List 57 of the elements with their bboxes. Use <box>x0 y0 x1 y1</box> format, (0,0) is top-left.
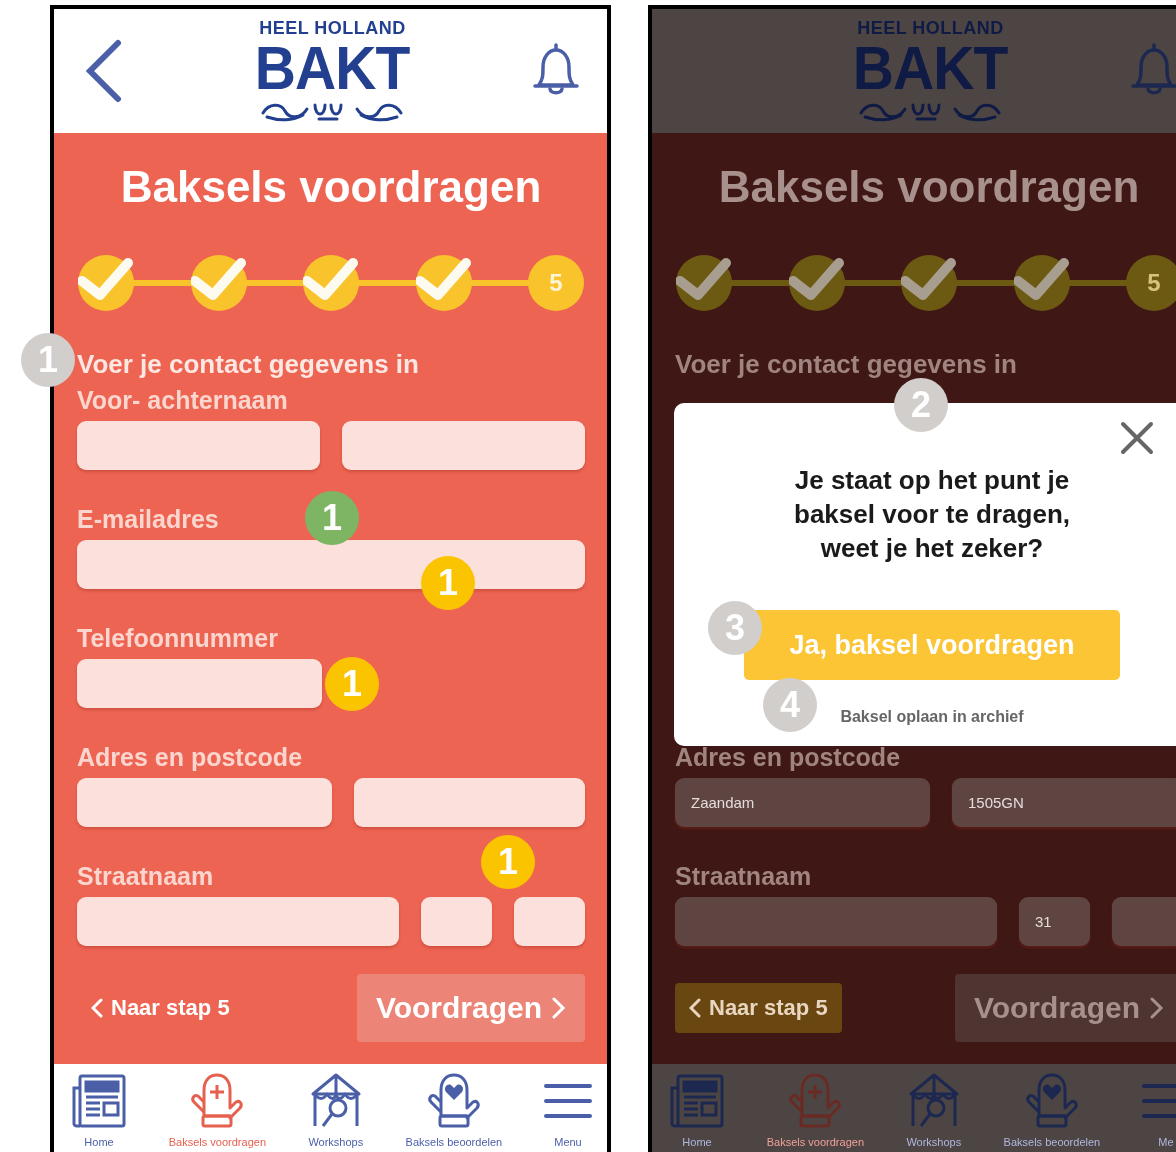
field-label: E-mailadres <box>77 504 219 534</box>
section-heading: Voer je contact gegevens in <box>675 349 1017 379</box>
logo-wordmark: BAKT <box>255 37 410 99</box>
nav-item[interactable]: Me <box>1141 1072 1176 1148</box>
bell-icon <box>1129 41 1176 97</box>
back-button[interactable] <box>84 39 124 103</box>
input-field[interactable] <box>77 897 399 946</box>
submit-button[interactable]: Voordragen <box>955 974 1176 1042</box>
field-label: Telefoonnummer <box>77 623 278 653</box>
previous-step-link[interactable]: Naar stap 5 <box>77 983 244 1033</box>
dialog-message: Je staat op het punt je baksel voor te dragen, weet je het zeker? <box>793 464 1071 565</box>
chevron-right-icon <box>552 997 567 1019</box>
input-field[interactable] <box>342 421 585 470</box>
nav-item[interactable]: Workshops <box>306 1072 365 1148</box>
input-field[interactable] <box>77 421 320 470</box>
logo-tagline: HEEL HOLLAND <box>857 19 1004 37</box>
field-label: Adres en postcode <box>77 742 303 772</box>
newspaper-icon <box>70 1072 128 1130</box>
archive-link[interactable]: Baksel oplaan in archief <box>836 704 1028 730</box>
input-field[interactable]: 1505GN <box>952 778 1176 827</box>
chevron-left-icon <box>91 998 103 1018</box>
nav-item[interactable]: Home <box>668 1072 726 1148</box>
page-title: Baksels voordragen <box>717 161 1141 213</box>
field-label: Straatnaam <box>675 861 812 891</box>
input-field[interactable] <box>77 659 322 708</box>
chevron-left-icon <box>689 998 701 1018</box>
nav-item[interactable]: Workshops <box>904 1072 963 1148</box>
input-field[interactable] <box>1112 897 1176 946</box>
chevron-right-icon <box>1150 997 1165 1019</box>
field-label: Adres en postcode <box>675 742 901 772</box>
nav-item[interactable]: Baksels beoordelen <box>1003 1072 1101 1148</box>
nav-item[interactable]: Baksels voordragen <box>766 1072 864 1148</box>
input-field[interactable] <box>675 897 997 946</box>
nav-item[interactable]: Home <box>70 1072 128 1148</box>
field-label: Straatnaam <box>77 861 214 891</box>
logo-wordmark: BAKT <box>853 37 1008 99</box>
page-title: Baksels voordragen <box>119 161 543 213</box>
back-icon <box>84 39 124 103</box>
input-field[interactable] <box>421 897 492 946</box>
nav-item[interactable]: Baksels voordragen <box>168 1072 266 1148</box>
step-number: 5 <box>528 255 584 311</box>
field-label: Voor- achternaam <box>77 385 288 415</box>
nav-item[interactable]: Baksels beoordelen <box>405 1072 503 1148</box>
input-field[interactable]: 31 <box>1019 897 1090 946</box>
input-field[interactable] <box>354 778 585 827</box>
section-heading: Voer je contact gegevens in <box>77 349 419 379</box>
submit-button[interactable]: Voordragen <box>357 974 585 1042</box>
bell-icon <box>531 41 581 97</box>
input-field[interactable]: Zaandam <box>675 778 930 827</box>
input-field[interactable] <box>77 778 332 827</box>
nav-item[interactable]: Menu <box>543 1072 593 1148</box>
step-number: 5 <box>1126 255 1176 311</box>
newspaper-icon <box>668 1072 726 1130</box>
input-field[interactable] <box>514 897 585 946</box>
close-icon[interactable] <box>1120 421 1154 455</box>
logo-tagline: HEEL HOLLAND <box>259 19 406 37</box>
previous-step-link[interactable]: Naar stap 5 <box>675 983 842 1033</box>
